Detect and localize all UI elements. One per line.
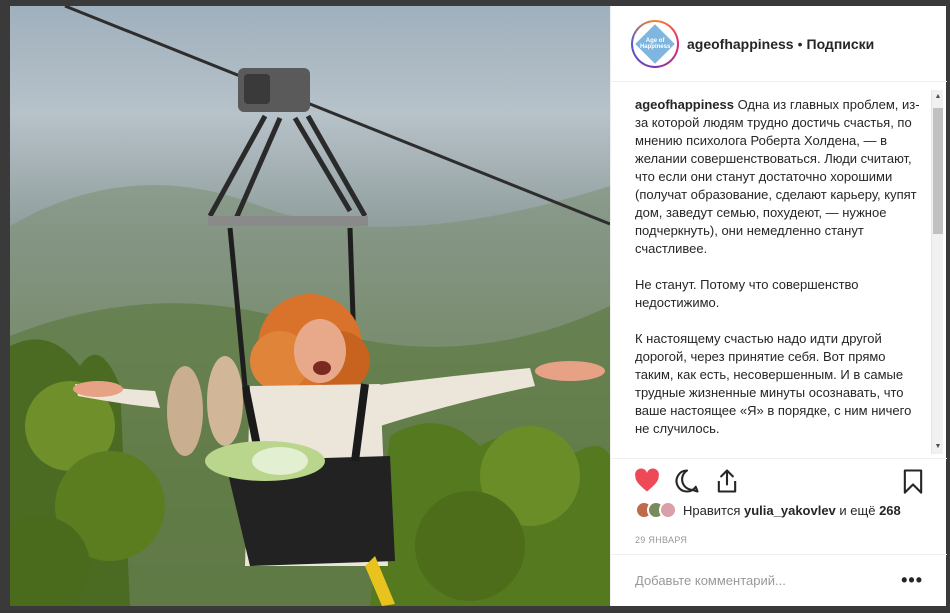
username-link[interactable]: ageofhappiness — [687, 36, 794, 52]
post-photo[interactable] — [10, 6, 610, 606]
likes-summary[interactable]: Нравится yulia_yakovlev и ещё 268 — [635, 501, 901, 519]
share-icon[interactable] — [713, 467, 741, 495]
comment-icon[interactable] — [673, 467, 701, 495]
comment-input[interactable] — [635, 573, 875, 588]
header-text: ageofhappiness • Подписки — [687, 36, 874, 52]
caption-username[interactable]: ageofhappiness — [635, 97, 734, 112]
brand-logo: Age of Happiness — [635, 23, 675, 64]
scrollbar-thumb[interactable] — [933, 108, 943, 234]
more-options-icon[interactable]: ••• — [901, 570, 923, 591]
caption-paragraph-3: К настоящему счастью надо идти другой до… — [635, 331, 912, 436]
instagram-post-viewer: Age of Happiness ageofhappiness • Подпис… — [0, 0, 950, 613]
zipline-photo-illustration — [10, 6, 610, 606]
caption-paragraph-2: Не станут. Потому что совершенство недос… — [635, 277, 859, 310]
post-header: Age of Happiness ageofhappiness • Подпис… — [611, 6, 947, 82]
liker-avatars — [635, 501, 677, 519]
liker-avatar — [659, 501, 677, 519]
scroll-down-arrow-icon[interactable]: ▼ — [932, 440, 944, 454]
likes-text: Нравится yulia_yakovlev и ещё 268 — [683, 502, 901, 518]
caption-scroll-area[interactable]: ageofhappiness Одна из главных проблем, … — [611, 82, 947, 458]
bookmark-icon[interactable] — [899, 467, 927, 495]
following-button[interactable]: Подписки — [807, 36, 875, 52]
caption-scrollbar[interactable]: ▲ ▼ — [931, 90, 943, 454]
avatar[interactable]: Age of Happiness — [631, 19, 679, 68]
scroll-up-arrow-icon[interactable]: ▲ — [932, 90, 944, 104]
liker-username[interactable]: yulia_yakovlev — [744, 503, 836, 518]
avatar-logo-text: Age of Happiness — [639, 37, 671, 50]
separator-dot: • — [797, 35, 803, 52]
heart-icon[interactable] — [633, 467, 661, 495]
post-side-panel: Age of Happiness ageofhappiness • Подпис… — [610, 6, 947, 606]
post-actions: Нравится yulia_yakovlev и ещё 268 29 янв… — [611, 458, 947, 548]
post-caption: ageofhappiness Одна из главных проблем, … — [635, 96, 927, 456]
post-date: 29 января — [635, 535, 688, 545]
caption-paragraph-1: ageofhappiness Одна из главных проблем, … — [635, 97, 920, 256]
likes-count[interactable]: 268 — [879, 503, 901, 518]
comment-form: ••• — [611, 554, 947, 606]
